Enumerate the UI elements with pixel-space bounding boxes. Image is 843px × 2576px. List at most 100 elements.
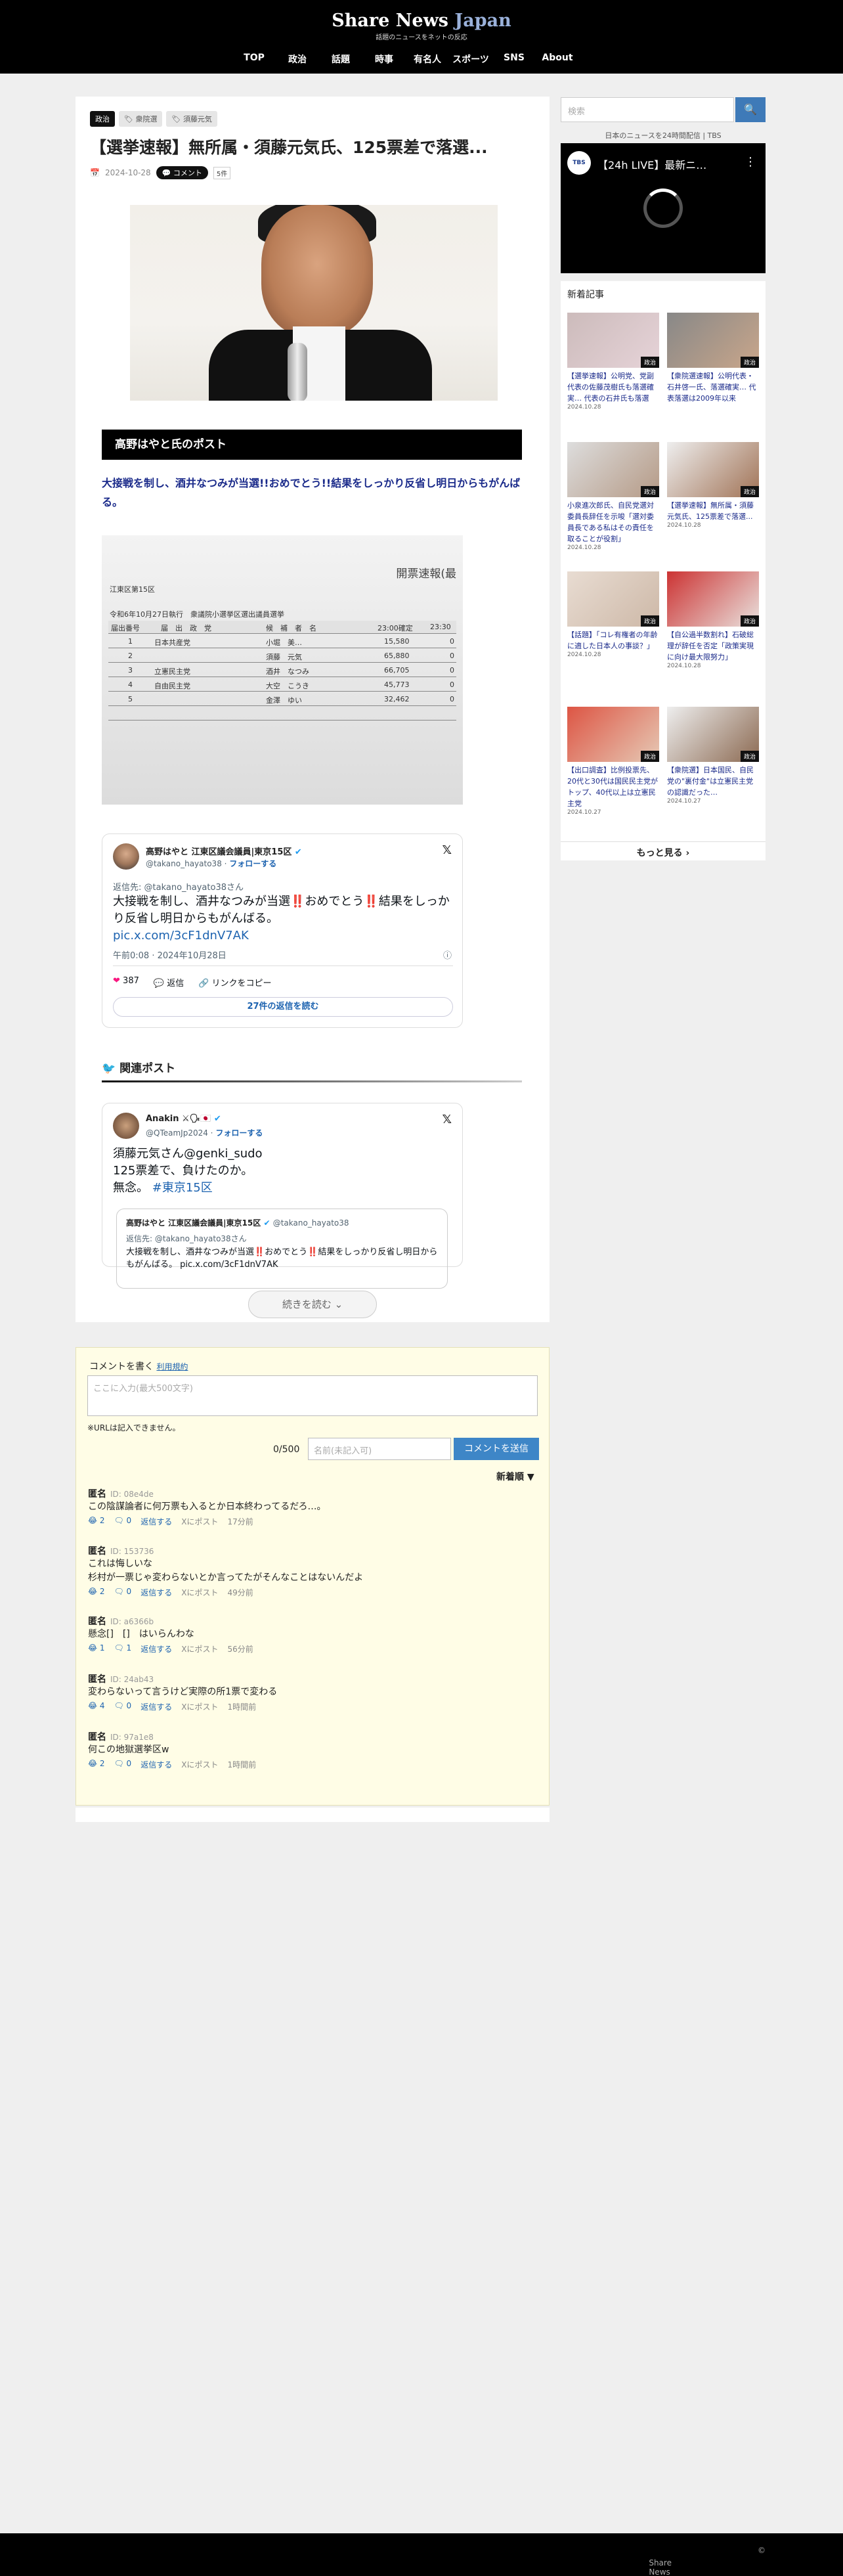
comment-badge[interactable]: 💬 コメント [156,166,208,179]
post-author[interactable]: Anakin ⚔🗣🇯🇵 ✔ [146,1114,221,1124]
nav-sports[interactable]: スポーツ [449,53,492,66]
commenter-id: ID: a6366b [110,1617,154,1626]
post-to-x-link[interactable]: Xにポスト [181,1643,218,1654]
x-logo-icon[interactable]: 𝕏 [442,843,452,857]
bad-button[interactable]: 🗨 0 [114,1516,131,1527]
see-more-button[interactable]: もっと見る › [561,841,766,859]
doc-row: 1 日本共産党 小堀 美… 15,580 0 [108,635,456,648]
follow-link[interactable]: フォローする [229,859,276,868]
good-count: 2 [99,1516,105,1525]
embedded-post[interactable]: 高野はやと 江東区議会議員|東京15区 ✔ @takano_hayato38 ·… [102,833,463,1028]
article-card[interactable]: 政治 【衆院選速報】公明代表・石井啓一氏、落選確実… 代表落選は2009年以来 [667,313,759,404]
video-title[interactable]: 【24h LIVE】最新ニ… [597,156,706,172]
bad-button[interactable]: 🗨 0 [114,1587,131,1598]
comment-time: 1時間前 [227,1760,257,1769]
reply-link[interactable]: 返信する [140,1587,172,1598]
post-link[interactable]: pic.x.com/3cF1dnV7AK [113,927,249,944]
read-replies-button[interactable]: 27件の返信を読む [113,997,453,1017]
nav-politics[interactable]: 政治 [276,53,319,66]
comment-time: 1時間前 [227,1702,257,1712]
good-button[interactable]: 😂 2 [88,1516,104,1527]
post-handle: @takano_hayato38 [146,859,222,868]
good-button[interactable]: 😂 1 [88,1643,104,1654]
more-options-icon[interactable]: ⋮ [745,155,756,169]
reply-label: 返信 [167,979,184,988]
nav-current[interactable]: 時事 [362,53,406,66]
verified-icon: ✔ [294,847,302,857]
submit-comment-button[interactable]: コメントを送信 [454,1438,539,1460]
avatar[interactable] [113,843,139,870]
commenter-id: ID: 08e4de [110,1490,154,1499]
post-to-x-link[interactable]: Xにポスト [181,1587,218,1598]
reply-link[interactable]: 返信する [140,1643,172,1654]
article-card[interactable]: 政治 【出口調査】比例投票先、20代と30代は国民民主党がトップ、40代以上は立憲… [567,707,659,816]
good-button[interactable]: 😂 2 [88,1759,104,1770]
copyright-text: Share News Japan All Rights Reserved. [649,2558,672,2576]
post-author[interactable]: 高野はやと 江東区議会議員|東京15区 ✔ [146,845,302,857]
doc-cell: 小堀 美… [266,638,302,647]
bad-button[interactable]: 🗨 0 [114,1701,131,1712]
name-input[interactable]: 名前(未記入可) [308,1438,451,1460]
article-card[interactable]: 政治 【選挙速報】公明党、党副代表の佐藤茂樹氏も落選確実… 代表の石井氏も落選 20… [567,313,659,411]
doc-district: 江東区第15区 [110,585,155,594]
post-to-x-link[interactable]: Xにポスト [181,1701,218,1712]
info-icon[interactable]: ⓘ [443,948,452,961]
nav-top[interactable]: TOP [232,53,276,66]
tag-election[interactable]: 🏷 衆院選 [119,111,163,127]
good-button[interactable]: 😂 4 [88,1701,104,1712]
post-time[interactable]: 午前0:08 · 2024年10月28日 [113,948,227,961]
nav-celebrity[interactable]: 有名人 [406,53,449,66]
bad-button[interactable]: 🗨 0 [114,1759,131,1770]
like-button[interactable]: ❤ 387 [113,976,139,988]
sort-select[interactable]: 新着順 ▼ [496,1470,534,1483]
comment-textarea[interactable]: ここに入力(最大500文字) [87,1375,538,1416]
doc-row-empty [108,707,456,721]
reply-button[interactable]: 💬 返信 [154,976,184,988]
search-input[interactable]: 検索 [561,97,734,122]
post-line: 無念。 #東京15区 [113,1180,213,1197]
x-logo-icon[interactable]: 𝕏 [442,1113,452,1126]
nav-sns[interactable]: SNS [492,53,536,66]
nav-topics[interactable]: 話題 [319,53,362,66]
post-line-text: 無念。 [113,1181,148,1195]
follow-link[interactable]: フォローする [215,1128,263,1138]
post-to-x-link[interactable]: Xにポスト [181,1516,218,1527]
quoted-post[interactable]: 高野はやと 江東区議会議員|東京15区 ✔ @takano_hayato38 返… [116,1209,448,1289]
copyright: © Share News Japan All Rights Reserved. [649,2546,766,2576]
article-card[interactable]: 政治 【話題】「コレ有権者の年齢に適した日本人の事談？」 2024.10.28 [567,571,659,658]
post-to-x-link[interactable]: Xにポスト [181,1759,218,1770]
article-card[interactable]: 政治 小泉進次郎氏、自民党選対委員長辞任を示唆「選対委員長である私はその責任を取る… [567,442,659,551]
search-box: 検索 🔍 [561,97,766,122]
read-more-button[interactable]: 続きを読む ⌄ [248,1291,377,1318]
doc-cell: 32,462 [384,695,410,703]
link-icon: 🔗 [198,979,209,988]
nav-about[interactable]: About [536,53,579,66]
article-card[interactable]: 政治 【衆院選】日本国民、自民党の"裏付金"は立憲民主党の認識だった… 2024.1… [667,707,759,805]
doc-row: 3 立憲民主党 酒井 なつみ 66,705 0 [108,664,456,677]
category-tag[interactable]: 政治 [90,111,115,127]
sort-label: 新着順 [496,1472,524,1482]
hashtag-link[interactable]: #東京15区 [152,1181,213,1195]
post-mention: 須藤元気さん@genki_sudo [113,1147,263,1161]
commenter-name: 匿名 [88,1616,106,1627]
card-date: 2024.10.28 [667,663,701,669]
comment-time: 17分前 [227,1517,253,1526]
article-card[interactable]: 政治 【自公過半数割れ】石破総理が辞任を否定「政策実現に向け最大限努力」 2024.… [667,571,759,669]
search-button[interactable]: 🔍 [735,97,766,122]
video-player[interactable]: TBS 【24h LIVE】最新ニ… ⋮ [561,143,766,273]
avatar[interactable] [113,1113,139,1139]
article-panel: 政治 🏷 衆院選 🏷 須藤元気 【選挙速報】無所属・須藤元気氏、125票差で落選… [76,97,550,1322]
like-count: 387 [123,976,139,986]
copy-link-button[interactable]: 🔗 リンクをコピー [198,976,271,988]
site-logo[interactable]: Share News Japan [0,11,843,31]
reply-link[interactable]: 返信する [140,1701,172,1712]
comment-count: 5件 [213,166,231,179]
bad-button[interactable]: 🗨 1 [114,1643,131,1654]
reply-link[interactable]: 返信する [140,1759,172,1770]
reply-link[interactable]: 返信する [140,1516,172,1527]
good-button[interactable]: 😂 2 [88,1587,104,1598]
rules-link[interactable]: 利用規約 [156,1362,188,1371]
site-header: Share News Japan 話題のニュースをネットの反応 TOP 政治 話… [0,0,843,74]
article-card[interactable]: 政治 【選挙速報】無所属・須藤元気氏、125票差で落選... 2024.10.28 [667,442,759,529]
tag-sudo[interactable]: 🏷 須藤元気 [166,111,217,127]
